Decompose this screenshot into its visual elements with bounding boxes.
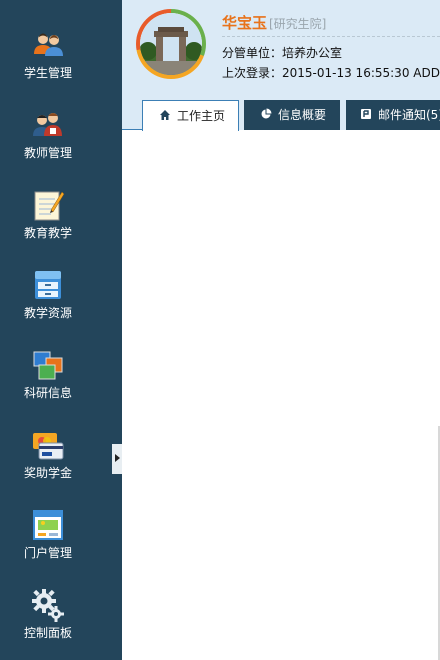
- user-name: 华宝玉: [222, 14, 268, 32]
- tab-label: 工作主页: [177, 109, 226, 123]
- sidebar-item-scholarship[interactable]: 奖助学金: [0, 400, 96, 480]
- tab-work-home[interactable]: 工作主页: [142, 100, 239, 131]
- tab-info-summary[interactable]: 信息概要: [244, 100, 340, 130]
- tab-bar-border: [122, 129, 142, 130]
- avatar-ring: [136, 9, 206, 79]
- sidebar-item-label: 门户管理: [23, 546, 72, 560]
- divider: [222, 36, 440, 37]
- campus-gate-image: [140, 13, 202, 75]
- sidebar-item-label: 控制面板: [23, 626, 72, 640]
- tab-mail-notice[interactable]: 邮件通知(5): [346, 100, 440, 130]
- sidebar-item-label: 奖助学金: [23, 466, 72, 480]
- sidebar-item-label: 教师管理: [23, 146, 72, 160]
- pie-chart-icon: [261, 108, 272, 119]
- avatar[interactable]: [140, 13, 202, 75]
- sidebar-item-teachers[interactable]: 教师管理: [0, 80, 96, 160]
- user-header: 华宝玉 [研究生院] 分管单位：培养办公室 上次登录：2015-01-13 16…: [122, 0, 440, 131]
- sidebar-item-label: 学生管理: [23, 66, 72, 80]
- students-icon: [34, 33, 63, 56]
- sidebar-item-label: 教育教学: [23, 226, 72, 240]
- file-cabinet-icon: [35, 271, 61, 299]
- sidebar-item-control-panel[interactable]: 控制面板: [0, 560, 96, 640]
- sidebar: 学生管理 教师管理 教育教学 教学资源 科研信息 奖助学金 门户管理 控制面板: [0, 0, 122, 660]
- sidebar-item-students[interactable]: 学生管理: [0, 0, 96, 80]
- teachers-icon: [33, 113, 62, 136]
- last-login-text: 上次登录：2015-01-13 16:55:30 ADDR:2: [222, 66, 440, 80]
- windows-icon: [33, 351, 63, 380]
- app-window: 学生管理 教师管理 教育教学 教学资源 科研信息 奖助学金 门户管理 控制面板 …: [0, 0, 440, 660]
- notepad-icon: [34, 191, 65, 221]
- sidebar-item-portal[interactable]: 门户管理: [0, 480, 96, 560]
- sidebar-item-label: 科研信息: [23, 386, 72, 400]
- sidebar-collapse-handle[interactable]: [112, 444, 122, 474]
- sidebar-item-research[interactable]: 科研信息: [0, 320, 96, 400]
- mail-icon: [361, 109, 371, 119]
- web-portal-icon: [33, 510, 63, 540]
- tab-label: 邮件通知(5): [378, 108, 440, 122]
- managed-unit-text: 分管单位：培养办公室: [222, 46, 343, 60]
- tab-label: 信息概要: [278, 108, 327, 122]
- home-icon: [160, 110, 170, 120]
- credit-cards-icon: [33, 433, 64, 460]
- sidebar-item-resources[interactable]: 教学资源: [0, 240, 96, 320]
- user-department: [研究生院]: [269, 17, 327, 31]
- sidebar-item-label: 教学资源: [23, 306, 72, 320]
- main-content-area: [122, 131, 440, 660]
- gears-icon: [32, 589, 64, 622]
- sidebar-item-education[interactable]: 教育教学: [0, 160, 96, 240]
- triangle-right-icon: [115, 454, 120, 462]
